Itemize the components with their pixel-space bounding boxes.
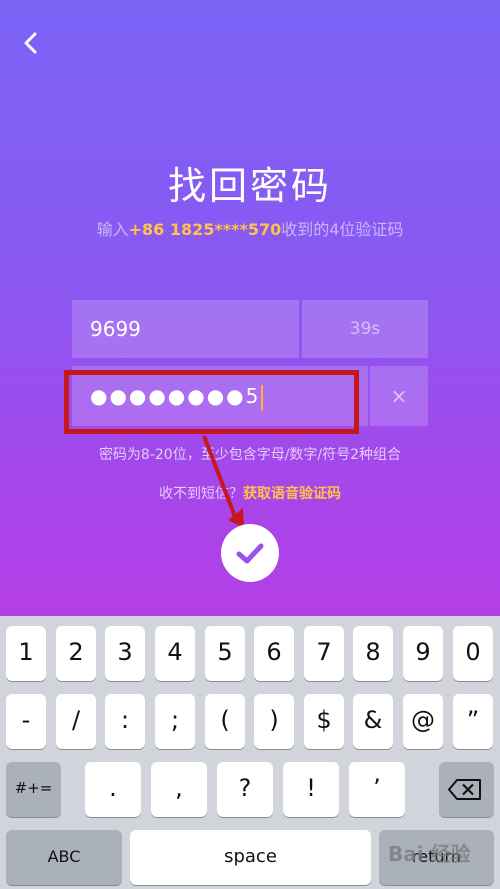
key-0[interactable]: 0 [453, 626, 493, 681]
checkmark-icon [236, 543, 264, 564]
space-key[interactable]: space [130, 830, 371, 885]
key-ampersand[interactable]: & [353, 694, 393, 749]
find-password-screen: 找回密码 输入+86 1825****570收到的4位验证码 9699 39s … [0, 0, 500, 616]
key-colon[interactable]: : [105, 694, 145, 749]
sms-prompt: 收不到短信？ [159, 486, 243, 502]
delete-key[interactable] [439, 762, 494, 817]
key-9[interactable]: 9 [403, 626, 443, 681]
back-button[interactable] [14, 26, 48, 60]
key-6[interactable]: 6 [254, 626, 294, 681]
key-label: . [109, 774, 117, 802]
key-apostrophe[interactable]: ’ [349, 762, 405, 817]
key-slash[interactable]: / [56, 694, 96, 749]
key-label: 4 [167, 638, 183, 666]
clear-password-button[interactable]: × [370, 366, 428, 426]
key-label: 6 [266, 638, 282, 666]
key-2[interactable]: 2 [56, 626, 96, 681]
key-label: - [21, 706, 31, 734]
key-quote[interactable]: ” [453, 694, 493, 749]
key-5[interactable]: 5 [205, 626, 245, 681]
confirm-button[interactable] [221, 524, 279, 582]
key-label: / [71, 706, 81, 734]
subtitle-suffix: 收到的4位验证码 [281, 220, 404, 239]
key-label: & [363, 706, 383, 734]
key-8[interactable]: 8 [353, 626, 393, 681]
key-label: ’ [373, 774, 381, 802]
key-label: ? [238, 774, 252, 802]
page-title: 找回密码 [167, 164, 332, 208]
key-open-paren[interactable]: ( [205, 694, 245, 749]
phone-number: +86 1825****570 [128, 220, 282, 239]
key-label: : [120, 706, 130, 734]
symbols-mode-key[interactable]: #+= [6, 762, 61, 817]
key-label: 5 [217, 638, 233, 666]
key-label: #+= [14, 779, 53, 797]
voice-code-link[interactable]: 获取语音验证码 [243, 486, 341, 502]
key-period[interactable]: . [85, 762, 141, 817]
sms-help-line: 收不到短信？获取语音验证码 [0, 483, 500, 503]
key-semicolon[interactable]: ; [155, 694, 195, 749]
chevron-left-icon [24, 32, 37, 54]
key-label: ) [269, 706, 279, 734]
abc-mode-key[interactable]: ABC [6, 830, 122, 885]
key-label: 2 [68, 638, 84, 666]
verification-code-input[interactable]: 9699 [72, 300, 299, 358]
key-label: , [175, 774, 183, 802]
key-label: ABC [47, 847, 81, 866]
key-label: 7 [316, 638, 332, 666]
password-rule-hint: 密码为8-20位，至少包含字母/数字/符号2种组合 [98, 447, 402, 463]
key-at[interactable]: @ [403, 694, 443, 749]
baidu-watermark: Bai 经验 [388, 842, 471, 866]
key-label: ( [220, 706, 230, 734]
key-label: 0 [465, 638, 481, 666]
key-close-paren[interactable]: ) [254, 694, 294, 749]
key-label: 3 [117, 638, 133, 666]
backspace-icon [448, 779, 481, 800]
key-3[interactable]: 3 [105, 626, 145, 681]
key-label: space [224, 846, 277, 867]
key-label: 1 [18, 638, 34, 666]
key-label: 9 [415, 638, 431, 666]
annotation-highlight-box [64, 370, 359, 434]
key-7[interactable]: 7 [304, 626, 344, 681]
resend-countdown: 39s [302, 300, 428, 358]
key-label: ; [170, 706, 180, 734]
subtitle-prefix: 输入 [96, 220, 129, 239]
key-4[interactable]: 4 [155, 626, 195, 681]
key-comma[interactable]: , [151, 762, 207, 817]
subtitle: 输入+86 1825****570收到的4位验证码 [0, 216, 500, 240]
key-label: ” [466, 706, 480, 734]
key-label: 8 [365, 638, 381, 666]
key-exclamation[interactable]: ! [283, 762, 339, 817]
key-dollar[interactable]: $ [304, 694, 344, 749]
key-1[interactable]: 1 [6, 626, 46, 681]
key-label: ! [306, 774, 316, 802]
key-label: $ [316, 706, 332, 734]
key-label: @ [411, 706, 435, 734]
key-hyphen[interactable]: - [6, 694, 46, 749]
key-question[interactable]: ? [217, 762, 273, 817]
